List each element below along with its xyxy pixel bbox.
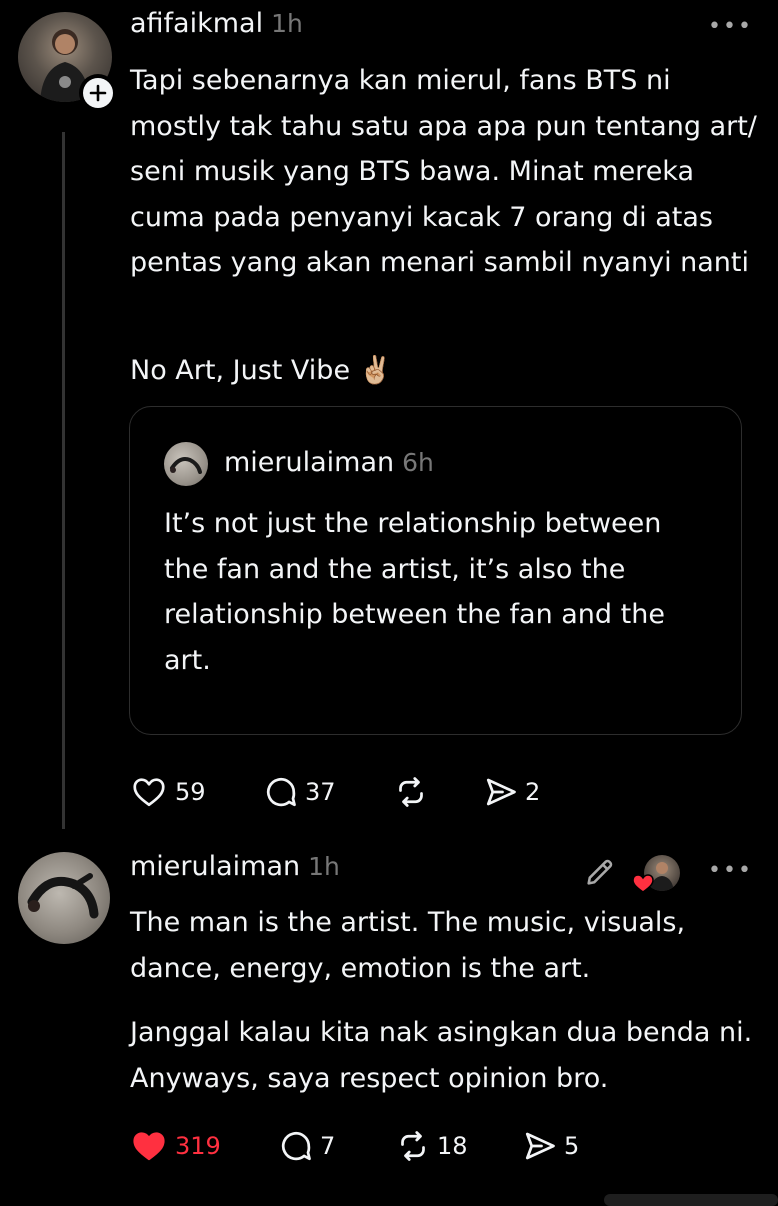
like-count: 59 [175, 778, 206, 806]
like-button[interactable]: 319 [131, 1128, 221, 1164]
repost-icon [395, 1128, 431, 1164]
timestamp: 1h [308, 852, 340, 881]
reply-button[interactable]: 7 [278, 1128, 335, 1164]
like-button[interactable]: 59 [131, 774, 206, 810]
timestamp: 1h [271, 9, 303, 38]
post-header: mierulaiman 1h [130, 851, 340, 891]
plus-icon [83, 78, 113, 108]
reply-icon [278, 1128, 314, 1164]
more-options-button[interactable]: ••• [708, 14, 753, 39]
share-icon [483, 774, 519, 810]
post-text-2: Janggal kalau kita nak asingkan dua bend… [130, 1017, 753, 1094]
post-text: The man is the artist. The music, visual… [130, 907, 686, 984]
quoted-timestamp: 6h [402, 448, 434, 477]
reply-count: 7 [320, 1132, 336, 1160]
post-text-2: No Art, Just Vibe ✌🏼 [130, 355, 393, 386]
bottom-pill [604, 1194, 778, 1206]
avatar-mierulaiman-small [164, 442, 208, 486]
more-options-button[interactable]: ••• [708, 858, 753, 883]
heart-icon [131, 774, 167, 810]
post-text: Tapi sebenarnya kan mierul, fans BTS ni … [130, 65, 757, 278]
quoted-username[interactable]: mierulaiman [224, 447, 394, 478]
share-button[interactable]: 2 [483, 774, 540, 810]
share-button[interactable]: 5 [522, 1128, 579, 1164]
repost-button[interactable]: 18 [395, 1128, 468, 1164]
repost-icon [393, 774, 429, 810]
share-count: 2 [525, 778, 541, 806]
heart-icon [131, 1128, 167, 1164]
quoted-post[interactable]: mierulaiman 6h It’s not just the relatio… [129, 406, 742, 735]
like-count: 319 [175, 1132, 221, 1160]
share-count: 5 [564, 1132, 580, 1160]
repost-count: 18 [437, 1132, 468, 1160]
username[interactable]: mierulaiman [130, 851, 300, 882]
repost-button[interactable] [393, 774, 429, 810]
quoted-text: It’s not just the relationship between t… [164, 508, 665, 676]
follow-button[interactable] [79, 74, 117, 112]
pencil-icon[interactable] [583, 855, 617, 893]
reply-button[interactable]: 37 [263, 774, 336, 810]
avatar-mierulaiman[interactable] [18, 852, 110, 944]
username[interactable]: afifaikmal [130, 8, 263, 39]
post-header: afifaikmal 1h [130, 8, 303, 48]
heart-badge-icon [631, 871, 655, 899]
share-icon [522, 1128, 558, 1164]
reply-count: 37 [305, 778, 336, 806]
reply-icon [263, 774, 299, 810]
thread-line [62, 132, 65, 829]
avatar-image [27, 873, 99, 919]
